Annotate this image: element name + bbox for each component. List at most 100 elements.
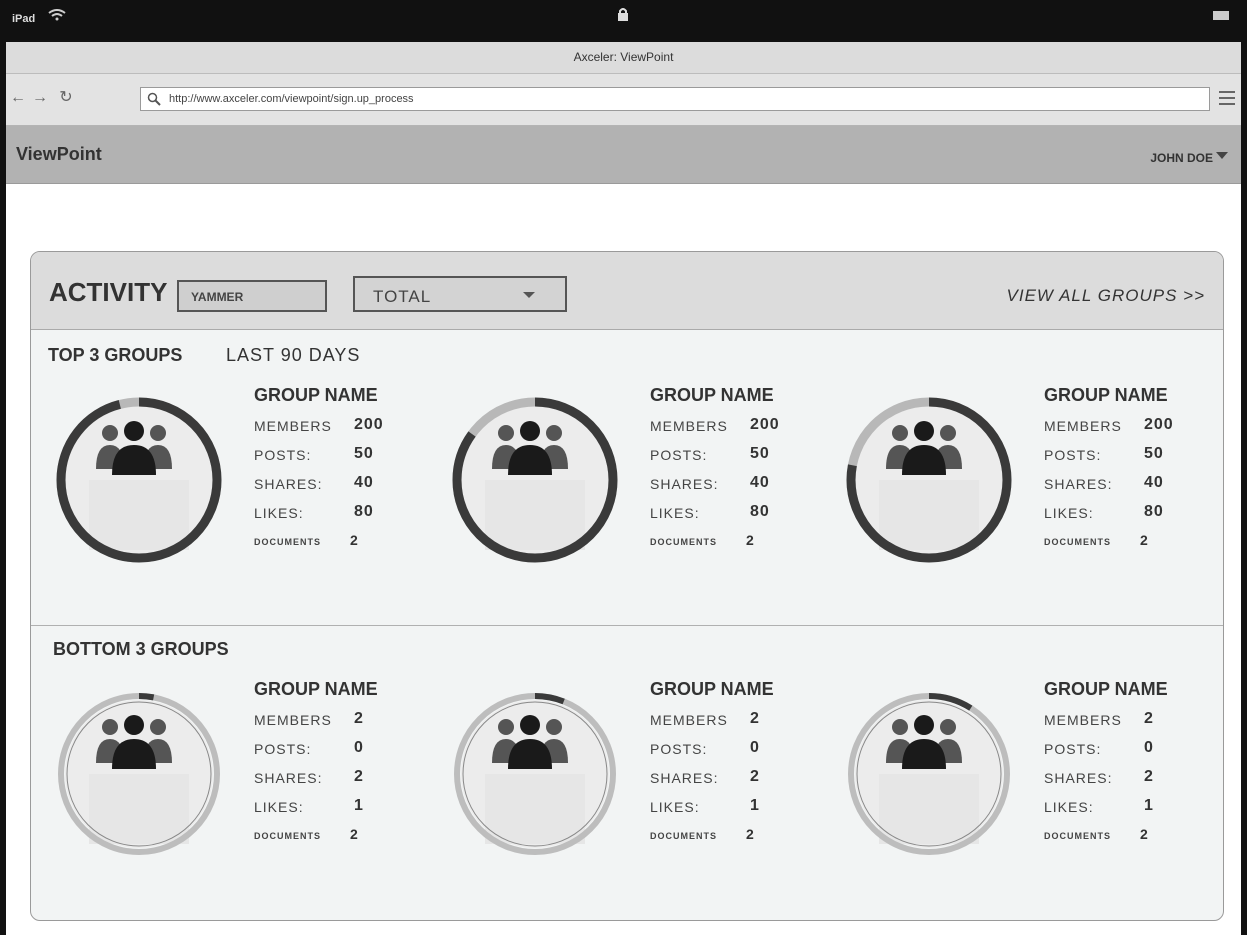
stat-label: DOCUMENTS [1044, 831, 1111, 841]
stat-value: 50 [354, 445, 374, 462]
menu-icon[interactable] [1219, 91, 1235, 105]
group-card[interactable]: GROUP NAME MEMBERS 2 POSTS: 0 SHARES: 2 LIKES: 1… [834, 679, 1214, 899]
stat-value: 50 [750, 445, 770, 462]
stat-value: 2 [1140, 826, 1149, 842]
group-info: GROUP NAME MEMBERS 2 POSTS: 0 SHARES: 2 LIKES: 1… [1044, 679, 1204, 853]
stat-label: MEMBERS [254, 712, 332, 728]
group-progress-ring [44, 679, 234, 869]
stat-value: 2 [1140, 532, 1149, 548]
group-info: GROUP NAME MEMBERS 2 POSTS: 0 SHARES: 2 LIKES: 1… [650, 679, 810, 853]
group-icon [94, 419, 174, 479]
top-groups-label: TOP 3 GROUPS [48, 345, 183, 365]
stat-documents: DOCUMENTS 2 [650, 530, 810, 559]
stat-value: 2 [1144, 710, 1154, 727]
stat-posts: POSTS: 50 [254, 443, 414, 472]
stat-value: 40 [750, 474, 770, 491]
stat-value: 2 [354, 710, 364, 727]
group-name[interactable]: GROUP NAME [1044, 385, 1204, 406]
group-progress-ring [440, 679, 630, 869]
forward-arrow-icon[interactable]: → [32, 90, 48, 106]
stat-value: 0 [1144, 739, 1154, 756]
user-menu[interactable]: JOHN DOE [1150, 151, 1213, 165]
stat-value: 80 [354, 503, 374, 520]
group-name[interactable]: GROUP NAME [650, 385, 810, 406]
stat-label: MEMBERS [1044, 418, 1122, 434]
group-name[interactable]: GROUP NAME [254, 679, 414, 700]
chevron-down-icon[interactable] [1216, 152, 1228, 159]
stat-value: 0 [750, 739, 760, 756]
back-arrow-icon[interactable]: ← [10, 90, 26, 106]
stat-label: POSTS: [254, 741, 312, 757]
group-card[interactable]: GROUP NAME MEMBERS 200 POSTS: 50 SHARES: 40 LIK… [834, 385, 1214, 605]
group-card[interactable]: GROUP NAME MEMBERS 2 POSTS: 0 SHARES: 2 LIKES: 1… [44, 679, 424, 899]
group-name[interactable]: GROUP NAME [1044, 679, 1204, 700]
lock-icon [618, 8, 628, 21]
stat-posts: POSTS: 0 [1044, 737, 1204, 766]
stat-label: POSTS: [254, 447, 312, 463]
stat-label: MEMBERS [254, 418, 332, 434]
stat-posts: POSTS: 50 [1044, 443, 1204, 472]
stat-likes: LIKES: 1 [650, 795, 810, 824]
app-brand[interactable]: ViewPoint [16, 144, 102, 165]
group-card[interactable]: GROUP NAME MEMBERS 200 POSTS: 50 SHARES: 40 LIK… [440, 385, 820, 605]
stat-label: LIKES: [1044, 799, 1094, 815]
stat-value: 2 [354, 768, 364, 785]
group-icon [490, 419, 570, 479]
url-input[interactable]: http://www.axceler.com/viewpoint/sign.up… [140, 87, 1210, 111]
group-name[interactable]: GROUP NAME [650, 679, 810, 700]
stat-value: 80 [1144, 503, 1164, 520]
metric-select-value: TOTAL [373, 287, 432, 306]
group-info: GROUP NAME MEMBERS 2 POSTS: 0 SHARES: 2 LIKES: 1… [254, 679, 414, 853]
group-icon [884, 419, 964, 479]
group-progress-ring [834, 385, 1024, 575]
period-label: LAST 90 DAYS [226, 345, 361, 365]
group-info: GROUP NAME MEMBERS 200 POSTS: 50 SHARES: 40 LIK… [1044, 385, 1204, 559]
status-bar: iPad [0, 0, 1247, 42]
metric-select[interactable]: TOTAL [353, 276, 567, 312]
group-card[interactable]: GROUP NAME MEMBERS 2 POSTS: 0 SHARES: 2 LIKES: 1… [440, 679, 820, 899]
stat-shares: SHARES: 2 [1044, 766, 1204, 795]
stat-label: SHARES: [254, 770, 323, 786]
stat-label: LIKES: [650, 505, 700, 521]
stat-documents: DOCUMENTS 2 [1044, 530, 1204, 559]
chevron-down-icon [523, 292, 535, 298]
stat-label: LIKES: [254, 505, 304, 521]
stat-value: 1 [750, 797, 760, 814]
stat-members: MEMBERS 200 [650, 414, 810, 443]
stat-documents: DOCUMENTS 2 [650, 824, 810, 853]
wifi-icon [48, 9, 66, 21]
stat-label: POSTS: [650, 447, 708, 463]
stat-shares: SHARES: 2 [650, 766, 810, 795]
stat-label: SHARES: [1044, 770, 1113, 786]
stat-posts: POSTS: 0 [650, 737, 810, 766]
group-progress-ring [834, 679, 1024, 869]
carrier-label: iPad [12, 13, 36, 25]
stat-value: 2 [1144, 768, 1154, 785]
browser-toolbar: ← → ↻ http://www.axceler.com/viewpoint/s… [6, 74, 1241, 126]
stat-shares: SHARES: 40 [254, 472, 414, 501]
stat-value: 40 [354, 474, 374, 491]
group-info: GROUP NAME MEMBERS 200 POSTS: 50 SHARES: 40 LIK… [254, 385, 414, 559]
group-name[interactable]: GROUP NAME [254, 385, 414, 406]
stat-label: POSTS: [1044, 741, 1102, 757]
stat-posts: POSTS: 0 [254, 737, 414, 766]
group-info: GROUP NAME MEMBERS 200 POSTS: 50 SHARES: 40 LIK… [650, 385, 810, 559]
view-all-groups-link[interactable]: VIEW ALL GROUPS >> [1007, 286, 1205, 306]
activity-title: ACTIVITY [49, 277, 168, 307]
stat-likes: LIKES: 80 [1044, 501, 1204, 530]
stat-members: MEMBERS 200 [254, 414, 414, 443]
stat-label: DOCUMENTS [254, 537, 321, 547]
stat-label: MEMBERS [650, 418, 728, 434]
group-progress-ring [440, 385, 630, 575]
group-card[interactable]: GROUP NAME MEMBERS 200 POSTS: 50 SHARES: 40 LIK… [44, 385, 424, 605]
stat-likes: LIKES: 1 [1044, 795, 1204, 824]
stat-label: DOCUMENTS [254, 831, 321, 841]
group-icon [490, 713, 570, 773]
source-select[interactable]: YAMMER [177, 280, 327, 312]
reload-icon[interactable]: ↻ [58, 90, 74, 106]
stat-documents: DOCUMENTS 2 [1044, 824, 1204, 853]
stat-label: POSTS: [650, 741, 708, 757]
stat-label: POSTS: [1044, 447, 1102, 463]
stat-members: MEMBERS 2 [1044, 708, 1204, 737]
stat-shares: SHARES: 40 [1044, 472, 1204, 501]
